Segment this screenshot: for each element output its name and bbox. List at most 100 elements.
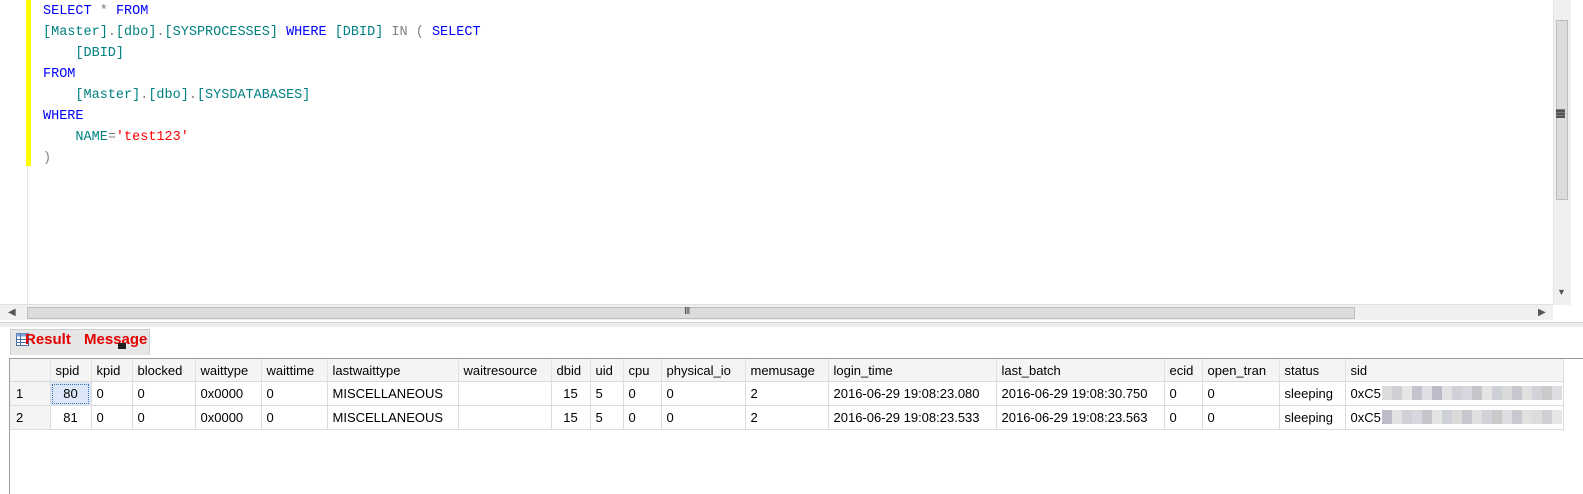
table-cell-memusage[interactable]: 2 [745,405,829,430]
code-token: SELECT [43,4,92,19]
redacted-block [1381,410,1392,424]
redacted-block [1421,410,1432,424]
table-cell-ecid[interactable]: 0 [1164,405,1203,430]
row-number-header[interactable] [10,359,51,382]
table-cell-open_tran[interactable]: 0 [1202,405,1280,430]
redacted-block [1411,410,1422,424]
column-header-cpu[interactable]: cpu [623,359,662,382]
table-cell-last_batch[interactable]: 2016-06-29 19:08:30.750 [996,381,1165,406]
table-cell-uid[interactable]: 5 [590,405,624,430]
row-number-cell[interactable]: 2 [10,405,51,430]
column-header-memusage[interactable]: memusage [745,359,829,382]
table-cell-memusage[interactable]: 2 [745,381,829,406]
table-cell-waittype[interactable]: 0x0000 [195,381,262,406]
table-cell-waittime[interactable]: 0 [261,381,328,406]
code-line[interactable]: [DBID] [43,43,481,64]
code-token: [Master] [75,88,141,103]
code-line[interactable]: SELECT * FROM [43,1,481,22]
redacted-block [1491,410,1502,424]
scroll-down-arrow-icon[interactable]: ▼ [1557,287,1566,297]
table-cell-blocked[interactable]: 0 [132,381,196,406]
code-line[interactable]: FROM [43,64,481,85]
column-header-status[interactable]: status [1279,359,1346,382]
row-number-cell[interactable]: 1 [10,381,51,406]
code-line[interactable]: [Master].[dbo].[SYSDATABASES] [43,85,481,106]
table-cell-lastwaittype[interactable]: MISCELLANEOUS [327,405,459,430]
table-cell-login_time[interactable]: 2016-06-29 19:08:23.080 [828,381,997,406]
column-header-kpid[interactable]: kpid [91,359,133,382]
table-cell-cpu[interactable]: 0 [623,381,662,406]
table-cell-spid[interactable]: 81 [50,405,92,430]
column-header-waittime[interactable]: waittime [261,359,328,382]
tab-result-label[interactable]: Result [25,331,71,348]
table-cell-kpid[interactable]: 0 [91,405,133,430]
scroll-right-arrow-icon[interactable]: ▶ [1538,307,1546,318]
sql-code[interactable]: SELECT * FROM [Master].[dbo].[SYSPROCESSE… [43,1,481,169]
column-header-dbid[interactable]: dbid [551,359,591,382]
code-line[interactable]: [Master].[dbo].[SYSPROCESSES] WHERE [DBI… [43,22,481,43]
column-header-sid[interactable]: sid [1345,359,1564,382]
column-header-waittype[interactable]: waittype [195,359,262,382]
table-cell-waittype[interactable]: 0x0000 [195,405,262,430]
horizontal-scroll-thumb[interactable] [27,307,1355,319]
code-token: . [156,25,165,40]
column-header-ecid[interactable]: ecid [1164,359,1203,382]
table-cell-dbid[interactable]: 15 [551,381,591,406]
code-token: [SYSPROCESSES] [164,25,278,40]
code-token: [DBID] [75,46,125,61]
column-header-last_batch[interactable]: last_batch [996,359,1165,382]
column-header-blocked[interactable]: blocked [132,359,196,382]
query-editor[interactable]: SELECT * FROM [Master].[dbo].[SYSPROCESSE… [0,0,1583,320]
table-cell-login_time[interactable]: 2016-06-29 19:08:23.533 [828,405,997,430]
table-cell-kpid[interactable]: 0 [91,381,133,406]
vertical-scrollbar[interactable] [1553,0,1571,305]
results-tab-strip [0,327,1583,355]
table-cell-sid[interactable]: 0xC5 [1345,405,1564,430]
code-line[interactable]: ) [43,148,481,169]
table-cell-ecid[interactable]: 0 [1164,381,1203,406]
table-cell-sid[interactable]: 0xC5 [1345,381,1564,406]
scroll-left-arrow-icon[interactable]: ◀ [8,307,16,318]
redacted-block [1401,410,1412,424]
code-token: [dbo] [115,25,157,40]
table-cell-waittime[interactable]: 0 [261,405,328,430]
tab-message-label[interactable]: Message [84,331,147,348]
column-header-spid[interactable]: spid [50,359,92,382]
column-header-open_tran[interactable]: open_tran [1202,359,1280,382]
table-cell-waitresource[interactable] [458,381,552,406]
redacted-block [1511,410,1522,424]
table-cell-blocked[interactable]: 0 [132,405,196,430]
column-header-uid[interactable]: uid [590,359,624,382]
table-row[interactable]: 1 80 0 0 0x0000 0 MISCELLANEOUS 15 5 0 0 2 2016-06-2… [10,381,1564,406]
redacted-block [1401,386,1412,400]
redacted-block [1521,410,1532,424]
table-cell-spid[interactable]: 80 [50,381,92,406]
table-cell-physical_io[interactable]: 0 [661,405,746,430]
table-cell-status[interactable]: sleeping [1279,405,1346,430]
table-cell-uid[interactable]: 5 [590,381,624,406]
column-header-waitresource[interactable]: waitresource [458,359,552,382]
table-cell-last_batch[interactable]: 2016-06-29 19:08:23.563 [996,405,1165,430]
results-grid[interactable]: spid kpid blocked waittype waittime lastwaitt… [9,358,1583,494]
column-header-login_time[interactable]: login_time [828,359,997,382]
redacted-block [1471,410,1482,424]
table-cell-status[interactable]: sleeping [1279,381,1346,406]
table-cell-cpu[interactable]: 0 [623,405,662,430]
table-row[interactable]: 2 81 0 0 0x0000 0 MISCELLANEOUS 15 5 0 0 2 2016-06-2… [10,405,1564,430]
table-cell-dbid[interactable]: 15 [551,405,591,430]
changed-lines-indicator [26,0,31,166]
redacted-block [1471,386,1482,400]
table-cell-lastwaittype[interactable]: MISCELLANEOUS [327,381,459,406]
table-cell-waitresource[interactable] [458,405,552,430]
redacted-block [1441,410,1452,424]
code-line[interactable]: WHERE [43,106,481,127]
table-cell-open_tran[interactable]: 0 [1202,381,1280,406]
horizontal-scrollbar[interactable]: ◀ III ▶ [0,304,1553,320]
table-cell-physical_io[interactable]: 0 [661,381,746,406]
column-header-physical_io[interactable]: physical_io [661,359,746,382]
code-line[interactable]: NAME='test123' [43,127,481,148]
column-header-lastwaittype[interactable]: lastwaittype [327,359,459,382]
editor-gutter [0,0,28,305]
